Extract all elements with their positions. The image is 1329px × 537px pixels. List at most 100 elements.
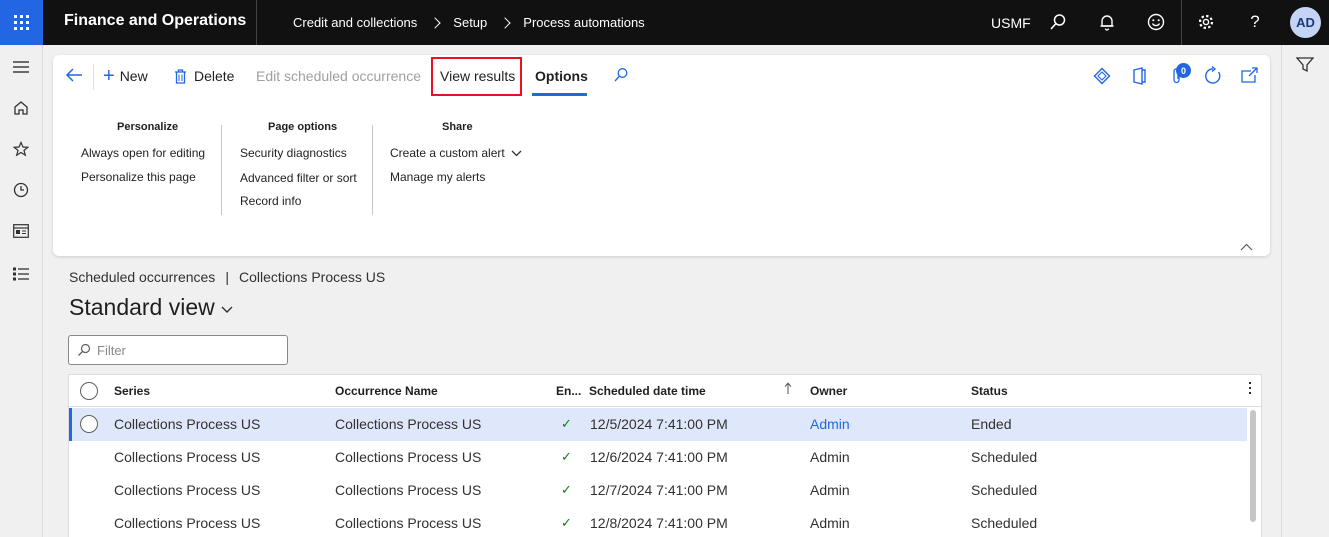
- vertical-scrollbar[interactable]: [1250, 410, 1256, 522]
- breadcrumb-item-setup[interactable]: Setup: [453, 15, 487, 30]
- always-open-for-editing-link[interactable]: Always open for editing: [81, 146, 205, 160]
- tab-options-indicator: [532, 93, 587, 96]
- cell-occurrence-name: Collections Process US: [335, 482, 482, 498]
- table-row[interactable]: Collections Process US Collections Proce…: [69, 441, 1247, 474]
- grid-header: Series Occurrence Name En... Scheduled d…: [69, 375, 1261, 407]
- page-title: Standard view: [69, 294, 215, 320]
- power-apps-icon[interactable]: [1093, 67, 1111, 90]
- group-title-page-options: Page options: [268, 121, 338, 133]
- cell-scheduled-date-time: 12/8/2024 7:41:00 PM: [590, 515, 728, 531]
- table-row[interactable]: Collections Process US Collections Proce…: [69, 507, 1247, 537]
- company-picker[interactable]: USMF: [991, 15, 1031, 31]
- app-name[interactable]: Finance and Operations: [64, 12, 246, 30]
- cell-owner: Admin: [810, 482, 850, 498]
- cell-status: Scheduled: [971, 482, 1038, 498]
- edit-scheduled-occurrence-button[interactable]: Edit scheduled occurrence: [256, 68, 421, 84]
- sort-ascending-icon[interactable]: [784, 382, 792, 398]
- top-bar: Finance and Operations Credit and collec…: [0, 0, 1329, 45]
- column-header-occurrence-name[interactable]: Occurrence Name: [335, 384, 438, 398]
- avatar[interactable]: AD: [1290, 7, 1321, 38]
- cell-owner: Admin: [810, 515, 850, 531]
- cell-scheduled-date-time: 12/7/2024 7:41:00 PM: [590, 482, 728, 498]
- group-separator: [221, 125, 222, 215]
- cell-status: Scheduled: [971, 449, 1038, 465]
- chevron-down-icon: [511, 150, 522, 156]
- cell-occurrence-name: Collections Process US: [335, 416, 482, 432]
- star-icon[interactable]: [9, 137, 33, 161]
- waffle-icon: [14, 15, 29, 30]
- trash-icon: [175, 68, 186, 84]
- attachments-count-badge: 0: [1176, 63, 1191, 78]
- occurrences-grid: Series Occurrence Name En... Scheduled d…: [68, 374, 1262, 537]
- cell-occurrence-name: Collections Process US: [335, 449, 482, 465]
- cell-owner-link[interactable]: Admin: [810, 416, 850, 432]
- checkmark-icon: ✓: [561, 482, 572, 497]
- checkmark-icon: ✓: [561, 416, 572, 431]
- smiley-icon[interactable]: [1146, 12, 1166, 32]
- search-icon[interactable]: [1048, 12, 1068, 32]
- create-custom-alert-label: Create a custom alert: [390, 146, 505, 160]
- filter-search-icon: [78, 343, 91, 356]
- collapse-chevron-up-icon[interactable]: [1240, 238, 1253, 256]
- advanced-filter-sort-link[interactable]: Advanced filter or sort: [240, 171, 357, 185]
- action-divider: [93, 64, 94, 90]
- table-row[interactable]: Collections Process US Collections Proce…: [69, 474, 1247, 507]
- cell-series: Collections Process US: [114, 482, 261, 498]
- row-select-checkbox[interactable]: [80, 415, 98, 433]
- bell-icon[interactable]: [1097, 12, 1117, 32]
- breadcrumb-item-credit-collections[interactable]: Credit and collections: [293, 15, 417, 30]
- column-header-owner[interactable]: Owner: [810, 384, 847, 398]
- refresh-icon[interactable]: [1203, 65, 1223, 91]
- view-selector[interactable]: Standard view: [69, 294, 233, 321]
- filter-input[interactable]: [97, 342, 277, 358]
- filter-input-box[interactable]: [68, 335, 288, 365]
- cell-scheduled-date-time: 12/6/2024 7:41:00 PM: [590, 449, 728, 465]
- action-search-icon[interactable]: [613, 67, 629, 83]
- open-new-window-icon[interactable]: [1241, 67, 1258, 88]
- page-breadcrumb: Scheduled occurrences | Collections Proces…: [69, 269, 385, 285]
- gear-icon[interactable]: [1196, 12, 1216, 32]
- breadcrumb-item-process-automations[interactable]: Process automations: [523, 15, 644, 30]
- checkmark-icon: ✓: [561, 449, 572, 464]
- column-options-icon[interactable]: [1249, 382, 1251, 394]
- help-icon[interactable]: ?: [1245, 12, 1265, 32]
- workspaces-icon[interactable]: [9, 219, 33, 243]
- create-custom-alert-link[interactable]: Create a custom alert: [390, 146, 522, 160]
- column-header-series[interactable]: Series: [114, 384, 150, 398]
- cell-series: Collections Process US: [114, 449, 261, 465]
- select-all-checkbox[interactable]: [80, 382, 98, 400]
- personalize-this-page-link[interactable]: Personalize this page: [81, 170, 196, 184]
- manage-my-alerts-link[interactable]: Manage my alerts: [390, 170, 485, 184]
- column-header-enabled[interactable]: En...: [556, 384, 581, 398]
- new-button[interactable]: + New: [103, 66, 148, 86]
- cell-scheduled-date-time: 12/5/2024 7:41:00 PM: [590, 416, 728, 432]
- record-info-link[interactable]: Record info: [240, 194, 301, 208]
- app-launcher-button[interactable]: [0, 0, 43, 45]
- new-label: New: [119, 68, 148, 84]
- view-results-button[interactable]: View results: [440, 68, 515, 84]
- topbar-divider: [1181, 0, 1182, 45]
- modules-list-icon[interactable]: [9, 262, 33, 286]
- cell-status: Scheduled: [971, 515, 1038, 531]
- delete-button[interactable]: Delete: [174, 68, 234, 84]
- chevron-right-icon: [499, 16, 511, 29]
- home-icon[interactable]: [9, 96, 33, 120]
- column-header-status[interactable]: Status: [971, 384, 1008, 398]
- column-header-scheduled-date-time[interactable]: Scheduled date time: [589, 384, 706, 398]
- filter-funnel-icon[interactable]: [1295, 57, 1315, 78]
- left-nav: [0, 45, 43, 537]
- cell-owner: Admin: [810, 449, 850, 465]
- cell-occurrence-name: Collections Process US: [335, 515, 482, 531]
- security-diagnostics-link[interactable]: Security diagnostics: [240, 146, 347, 160]
- table-row[interactable]: Collections Process US Collections Proce…: [69, 408, 1247, 441]
- hamburger-icon[interactable]: [9, 55, 33, 79]
- back-button[interactable]: [65, 67, 83, 83]
- office-icon[interactable]: [1131, 67, 1147, 90]
- cell-series: Collections Process US: [114, 416, 261, 432]
- breadcrumb: Credit and collections Setup Process aut…: [293, 15, 645, 30]
- group-title-personalize: Personalize: [117, 121, 179, 133]
- chevron-right-icon: [429, 16, 441, 29]
- clock-icon[interactable]: [9, 178, 33, 202]
- tab-options[interactable]: Options: [535, 68, 588, 84]
- cell-status: Ended: [971, 416, 1012, 432]
